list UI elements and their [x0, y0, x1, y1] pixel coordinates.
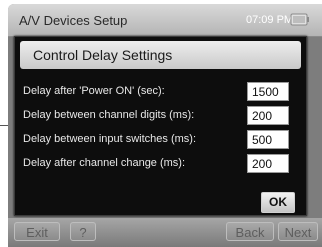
channel-digits-delay-input[interactable]: 200 — [247, 106, 289, 125]
clock-time: 07:09 PM — [246, 14, 294, 26]
input-switch-delay-input[interactable]: 500 — [247, 130, 289, 149]
exit-button[interactable]: Exit — [14, 222, 60, 241]
dialog-title: Control Delay Settings — [33, 47, 173, 63]
control-delay-dialog: Control Delay Settings Delay after 'Powe… — [14, 36, 307, 216]
app-title-bar: A/V Devices Setup 07:09 PM — [8, 4, 322, 37]
power-on-delay-input[interactable]: 1500 — [247, 82, 289, 101]
battery-icon — [290, 13, 309, 26]
input-switch-delay-label: Delay between input switches (ms): — [23, 133, 197, 145]
channel-digits-delay-label: Delay between channel digits (ms): — [23, 109, 195, 121]
channel-change-delay-input[interactable]: 200 — [247, 154, 289, 173]
screen: A/V Devices Setup 07:09 PM Exit ? Back N… — [0, 0, 322, 247]
dialog-header: Control Delay Settings — [20, 41, 301, 69]
next-button[interactable]: Next — [278, 222, 318, 241]
app-title: A/V Devices Setup — [19, 13, 128, 28]
ok-button[interactable]: OK — [261, 192, 295, 213]
back-button[interactable]: Back — [226, 222, 274, 241]
channel-change-delay-label: Delay after channel change (ms): — [23, 157, 186, 169]
app-bottom-bar: Exit ? Back Next — [8, 218, 322, 247]
power-on-delay-label: Delay after 'Power ON' (sec): — [23, 85, 165, 97]
help-button[interactable]: ? — [70, 222, 96, 241]
